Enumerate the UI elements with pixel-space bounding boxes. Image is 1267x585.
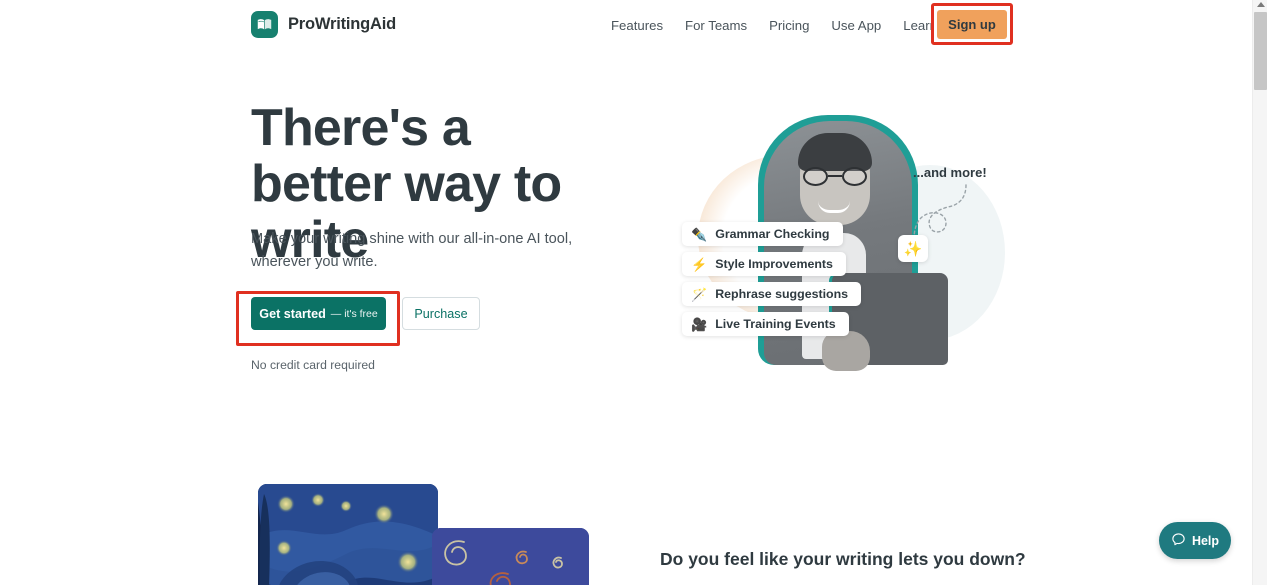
glasses-icon bbox=[803, 167, 867, 186]
magic-wand-icon: 🪄 bbox=[691, 286, 708, 302]
sign-up-button[interactable]: Sign up bbox=[937, 9, 1007, 39]
lightning-icon: ⚡ bbox=[691, 256, 708, 272]
movie-camera-icon: 🎥 bbox=[691, 316, 708, 332]
feature-label: Live Training Events bbox=[715, 317, 836, 331]
sign-up-highlight-box: Sign up bbox=[931, 3, 1013, 45]
vertical-scrollbar[interactable] bbox=[1252, 0, 1267, 585]
help-widget-button[interactable]: Help bbox=[1159, 522, 1231, 559]
hero-subtitle: Make your writing shine with our all-in-… bbox=[251, 231, 573, 270]
feature-card-live-training-events[interactable]: 🎥 Live Training Events bbox=[682, 312, 849, 336]
and-more-label: ...and more! bbox=[913, 165, 987, 180]
no-credit-card-note: No credit card required bbox=[251, 358, 375, 372]
feature-card-list: ✒️ Grammar Checking ⚡ Style Improvements… bbox=[682, 222, 862, 336]
page-root: ProWritingAid Features For Teams Pricing… bbox=[0, 0, 1267, 585]
help-widget-label: Help bbox=[1191, 533, 1220, 548]
get-started-label: Get started bbox=[259, 306, 326, 321]
nav-item-use-app[interactable]: Use App bbox=[820, 12, 892, 39]
brand-name: ProWritingAid bbox=[288, 15, 397, 33]
nav-item-for-teams[interactable]: For Teams bbox=[674, 12, 758, 39]
purchase-button[interactable]: Purchase bbox=[402, 297, 480, 330]
sparkle-icon: ✨ bbox=[898, 235, 928, 262]
chat-bubble-icon bbox=[1171, 532, 1186, 550]
pen-icon: ✒️ bbox=[691, 226, 708, 242]
get-started-sublabel: — it's free bbox=[330, 307, 378, 320]
section-heading: Do you feel like your writing lets you d… bbox=[660, 549, 1026, 569]
nav-item-pricing[interactable]: Pricing bbox=[758, 12, 820, 39]
feature-label: Rephrase suggestions bbox=[715, 287, 849, 301]
site-header: ProWritingAid Features For Teams Pricing… bbox=[0, 0, 1252, 50]
feature-label: Grammar Checking bbox=[715, 227, 830, 241]
nav-item-features[interactable]: Features bbox=[600, 12, 674, 39]
feature-card-style-improvements[interactable]: ⚡ Style Improvements bbox=[682, 252, 846, 276]
feature-card-grammar-checking[interactable]: ✒️ Grammar Checking bbox=[682, 222, 843, 246]
blue-doodle-card bbox=[432, 528, 589, 585]
get-started-button[interactable]: Get started — it's free bbox=[251, 297, 386, 330]
person-hair bbox=[798, 133, 872, 171]
scroll-up-arrow-icon[interactable] bbox=[1257, 2, 1265, 7]
feature-card-rephrase-suggestions[interactable]: 🪄 Rephrase suggestions bbox=[682, 282, 862, 306]
person-hand bbox=[822, 331, 870, 371]
feature-label: Style Improvements bbox=[715, 257, 833, 271]
scrollbar-thumb[interactable] bbox=[1254, 12, 1267, 90]
starry-night-artwork bbox=[258, 484, 438, 585]
brand-logo-link[interactable]: ProWritingAid bbox=[251, 11, 396, 38]
hero-illustration: ✨ ...and more! ✒️ Grammar Checking ⚡ Sty… bbox=[660, 105, 1005, 385]
open-book-icon bbox=[251, 11, 278, 38]
